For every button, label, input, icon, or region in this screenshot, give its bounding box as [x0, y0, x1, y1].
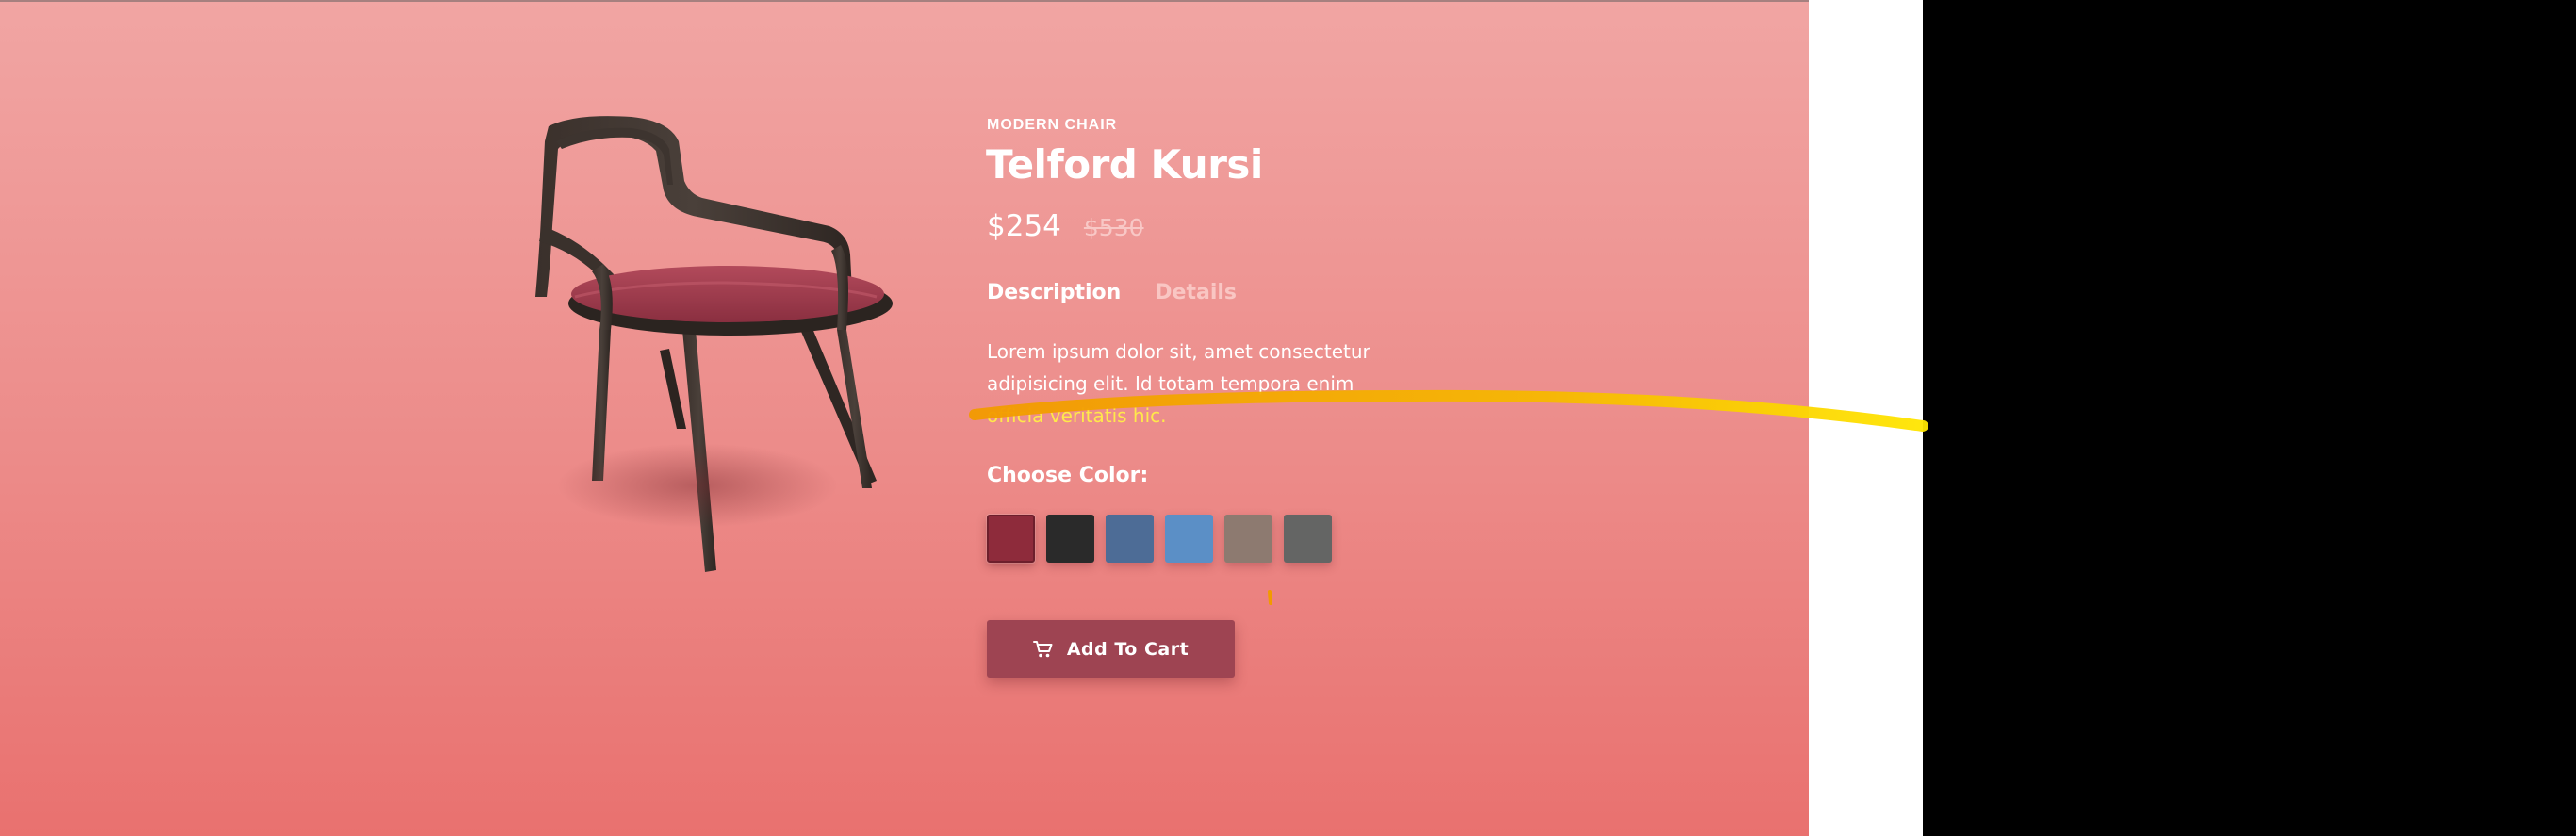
product-category: MODERN CHAIR — [987, 117, 1118, 133]
color-swatch-3[interactable] — [1106, 515, 1154, 563]
product-hero: MODERN CHAIR Telford Kursi $254 $530 Des… — [0, 0, 1809, 836]
product-description: Lorem ipsum dolor sit, amet consectetur … — [987, 336, 1402, 432]
top-divider — [0, 0, 1809, 2]
color-swatch-4[interactable] — [1165, 515, 1213, 563]
color-picker-heading: Choose Color: — [987, 464, 1149, 487]
color-swatches — [987, 515, 1332, 563]
color-swatch-6[interactable] — [1284, 515, 1332, 563]
product-title: Telford Kursi — [986, 141, 1263, 188]
description-text: Lorem ipsum dolor sit, amet consectetur … — [987, 340, 1370, 395]
add-to-cart-button[interactable]: Add To Cart — [987, 620, 1235, 678]
tab-description[interactable]: Description — [987, 281, 1121, 304]
add-to-cart-label: Add To Cart — [1066, 638, 1190, 660]
color-swatch-5[interactable] — [1224, 515, 1272, 563]
description-highlight: officia veritatis hic. — [987, 404, 1167, 427]
chair-shadow — [556, 443, 839, 528]
price-row: $254 $530 — [987, 209, 1144, 243]
product-image — [490, 104, 914, 594]
original-price: $530 — [1083, 214, 1144, 241]
right-blank-panel — [1809, 0, 1923, 836]
current-price: $254 — [987, 209, 1061, 243]
cart-icon — [1032, 640, 1053, 657]
tab-details[interactable]: Details — [1155, 281, 1237, 304]
color-swatch-1[interactable] — [987, 515, 1035, 563]
color-swatch-2[interactable] — [1046, 515, 1094, 563]
product-tabs: Description Details — [987, 281, 1237, 304]
